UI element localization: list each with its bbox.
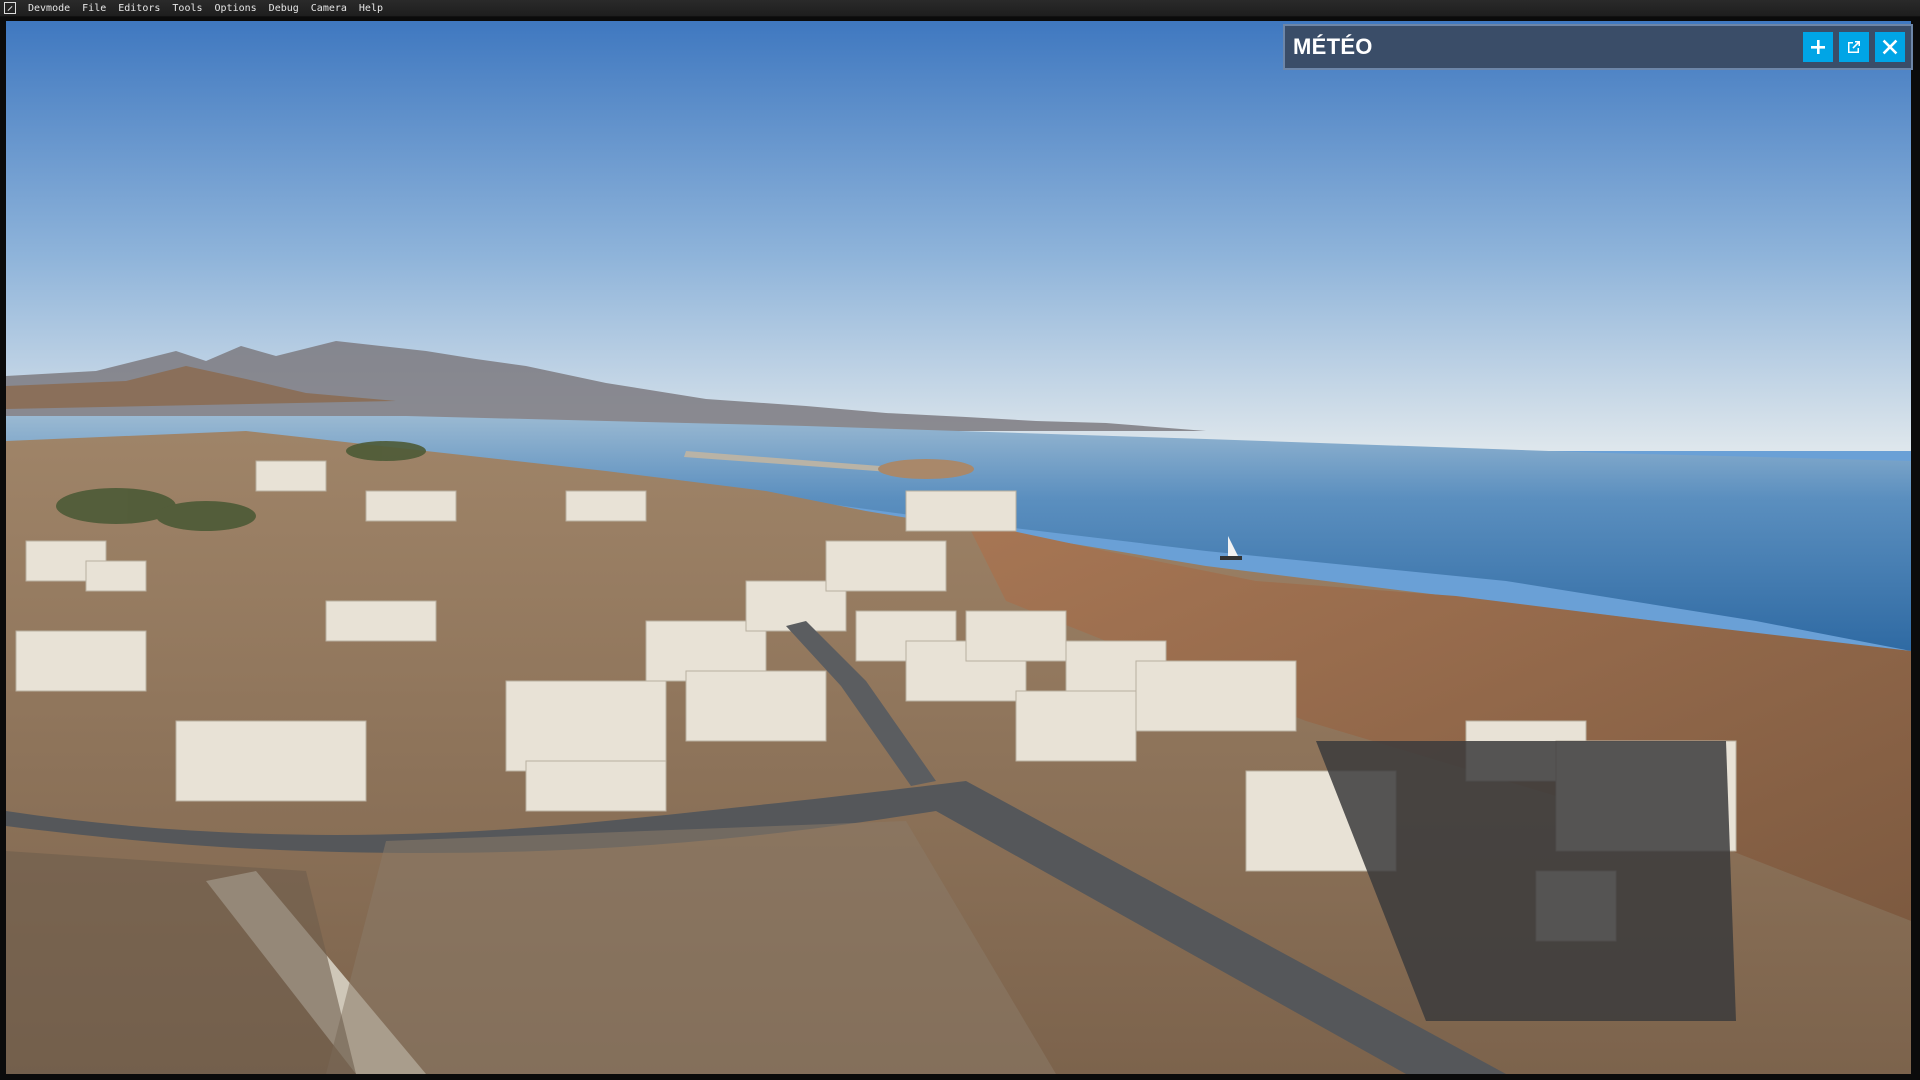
- islet: [878, 459, 974, 479]
- menu-debug[interactable]: Debug: [263, 0, 305, 17]
- scene-viewport[interactable]: [6, 21, 1911, 1074]
- undock-button[interactable]: [1839, 32, 1869, 62]
- add-button[interactable]: [1803, 32, 1833, 62]
- scene-render: [6, 21, 1911, 1074]
- menu-camera[interactable]: Camera: [305, 0, 353, 17]
- plus-icon: [1811, 40, 1825, 54]
- close-button[interactable]: [1875, 32, 1905, 62]
- meteo-panel: MÉTÉO: [1283, 24, 1913, 70]
- menu-bar: Devmode File Editors Tools Options Debug…: [0, 0, 1920, 17]
- menu-tools[interactable]: Tools: [166, 0, 208, 17]
- menu-editors[interactable]: Editors: [112, 0, 166, 17]
- external-window-icon: [1848, 41, 1860, 53]
- close-icon: [1882, 39, 1898, 55]
- menu-devmode[interactable]: Devmode: [22, 0, 76, 17]
- menu-help[interactable]: Help: [353, 0, 389, 17]
- menu-options[interactable]: Options: [209, 0, 263, 17]
- panel-title: MÉTÉO: [1293, 34, 1373, 59]
- devmode-app-icon[interactable]: [4, 2, 16, 14]
- menu-file[interactable]: File: [76, 0, 112, 17]
